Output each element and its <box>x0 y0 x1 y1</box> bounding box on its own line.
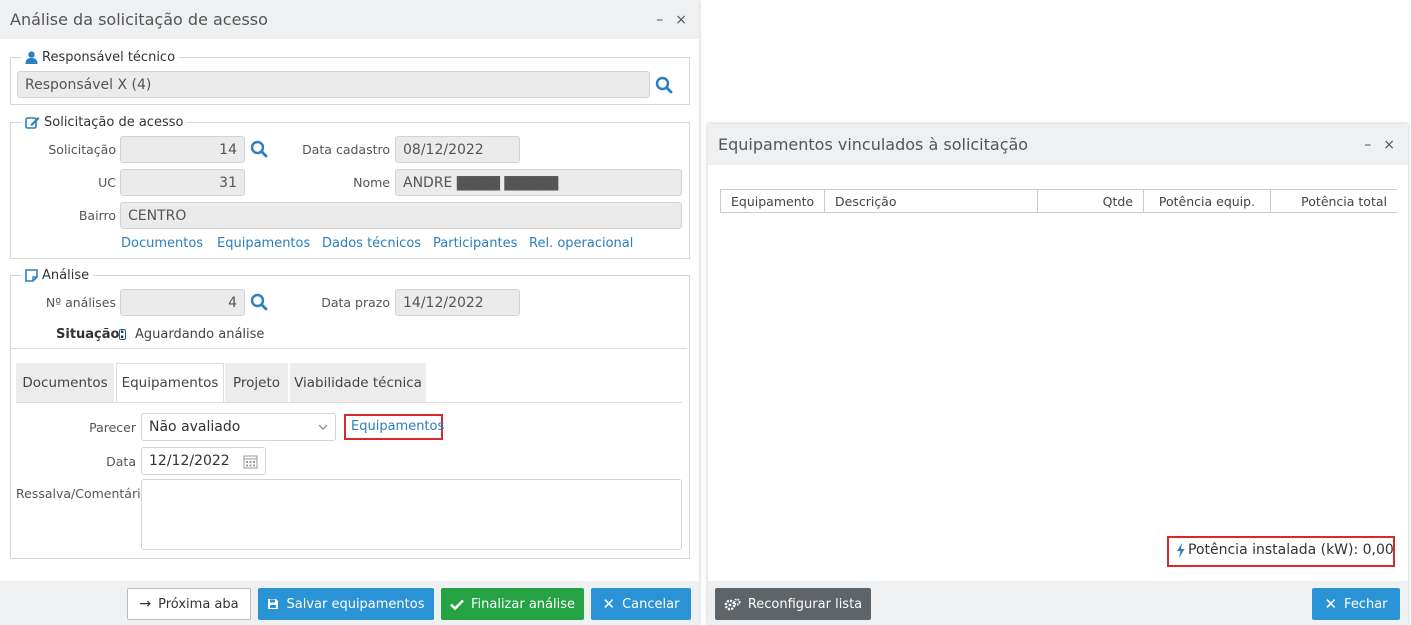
tab-equipamentos[interactable]: Equipamentos <box>116 363 224 402</box>
num-analises-field: 4 <box>120 289 245 316</box>
responsavel-field: Responsável X (4) <box>17 71 650 98</box>
tab-divider <box>11 348 687 349</box>
link-participantes[interactable]: Participantes <box>433 236 517 251</box>
responsavel-legend: Responsável técnico <box>21 50 180 65</box>
gears-icon <box>724 598 741 610</box>
tab-projeto[interactable]: Projeto <box>225 363 289 402</box>
arrow-right-icon: → <box>139 596 152 612</box>
close-icon: ✕ <box>1324 595 1338 613</box>
num-analises-label: Nº análises <box>45 295 116 310</box>
link-documentos[interactable]: Documentos <box>121 236 203 251</box>
search-icon[interactable] <box>250 293 268 311</box>
equipamentos-grid-body <box>720 213 1397 533</box>
tab-documentos[interactable]: Documentos <box>16 363 115 402</box>
fechar-button[interactable]: ✕ Fechar <box>1312 588 1400 620</box>
note-icon <box>25 269 38 282</box>
parecer-label: Parecer <box>89 420 136 435</box>
bolt-icon <box>1177 542 1185 558</box>
minimize-icon[interactable]: – <box>1364 137 1371 153</box>
close-icon[interactable]: × <box>675 12 687 28</box>
data-label: Data <box>106 454 136 469</box>
parecer-select[interactable]: Não avaliado <box>141 413 336 441</box>
proxima-aba-button[interactable]: → Próxima aba <box>127 588 251 620</box>
close-icon: ✕ <box>602 595 616 613</box>
equipamentos-dialog-titlebar: Equipamentos vinculados à solicitação – … <box>708 124 1408 165</box>
data-prazo-field: 14/12/2022 <box>395 289 520 316</box>
situacao-value: Aguardando análise <box>135 327 265 342</box>
uc-field: 31 <box>120 169 245 196</box>
data-cadastro-label: Data cadastro <box>302 142 390 157</box>
ressalva-textarea[interactable] <box>141 479 682 550</box>
finalizar-analise-button[interactable]: Finalizar análise <box>441 588 584 620</box>
check-icon <box>450 599 464 610</box>
minimize-icon[interactable]: – <box>656 12 663 28</box>
uc-label: UC <box>98 175 116 190</box>
analise-dialog-titlebar: Análise da solicitação de acesso – × <box>0 0 699 39</box>
situacao-label: Situação: <box>56 327 125 342</box>
search-icon[interactable] <box>250 140 268 158</box>
data-cadastro-field: 08/12/2022 <box>395 136 520 163</box>
salvar-equipamentos-button[interactable]: Salvar equipamentos <box>258 588 434 620</box>
save-icon <box>268 599 279 609</box>
dialog-title: Análise da solicitação de acesso <box>10 10 268 29</box>
column-header-descricao[interactable]: Descrição <box>824 190 1037 212</box>
edit-icon <box>25 117 40 129</box>
status-badge <box>119 329 126 340</box>
cancelar-button[interactable]: ✕ Cancelar <box>591 588 691 620</box>
bairro-field: CENTRO <box>120 202 682 229</box>
solicitacao-field: 14 <box>120 136 245 163</box>
nome-field: ANDRE ▇▇▇▇ ▇▇▇▇▇ <box>395 169 682 196</box>
column-header-potencia-total[interactable]: Potência total <box>1270 190 1397 212</box>
ressalva-label: Ressalva/Comentário <box>16 486 149 501</box>
tab-viabilidade-tecnica[interactable]: Viabilidade técnica <box>290 363 427 402</box>
solicitacao-legend: Solicitação de acesso <box>21 115 188 130</box>
bairro-label: Bairro <box>78 208 116 223</box>
link-rel-operacional[interactable]: Rel. operacional <box>529 236 633 251</box>
data-prazo-label: Data prazo <box>321 295 390 310</box>
user-icon <box>25 51 38 64</box>
dialog-title: Equipamentos vinculados à solicitação <box>718 135 1029 154</box>
close-icon[interactable]: × <box>1383 137 1395 153</box>
potencia-instalada: Potência instalada (kW): 0,00 <box>1176 542 1394 558</box>
solicitacao-label: Solicitação <box>48 142 116 157</box>
column-header-potencia-equip[interactable]: Potência equip. <box>1143 190 1270 212</box>
nome-label: Nome <box>353 175 390 190</box>
data-field[interactable]: 12/12/2022 <box>141 447 266 475</box>
search-icon[interactable] <box>655 76 673 94</box>
column-header-qtde[interactable]: Qtde <box>1037 190 1143 212</box>
equipamentos-link[interactable]: Equipamentos <box>351 419 444 434</box>
link-dados-tecnicos[interactable]: Dados técnicos <box>322 236 421 251</box>
chevron-down-icon <box>318 424 328 430</box>
analise-legend: Análise <box>21 268 94 283</box>
equipamentos-grid-header: Equipamento Descrição Qtde Potência equi… <box>720 189 1397 213</box>
column-header-equipamento[interactable]: Equipamento <box>720 190 824 212</box>
calendar-icon[interactable] <box>243 454 258 469</box>
analise-dialog: Análise da solicitação de acesso – × Res… <box>0 0 699 625</box>
tab-bar-line <box>16 402 682 403</box>
reconfigurar-lista-button[interactable]: Reconfigurar lista <box>715 588 871 620</box>
link-equipamentos[interactable]: Equipamentos <box>217 236 310 251</box>
